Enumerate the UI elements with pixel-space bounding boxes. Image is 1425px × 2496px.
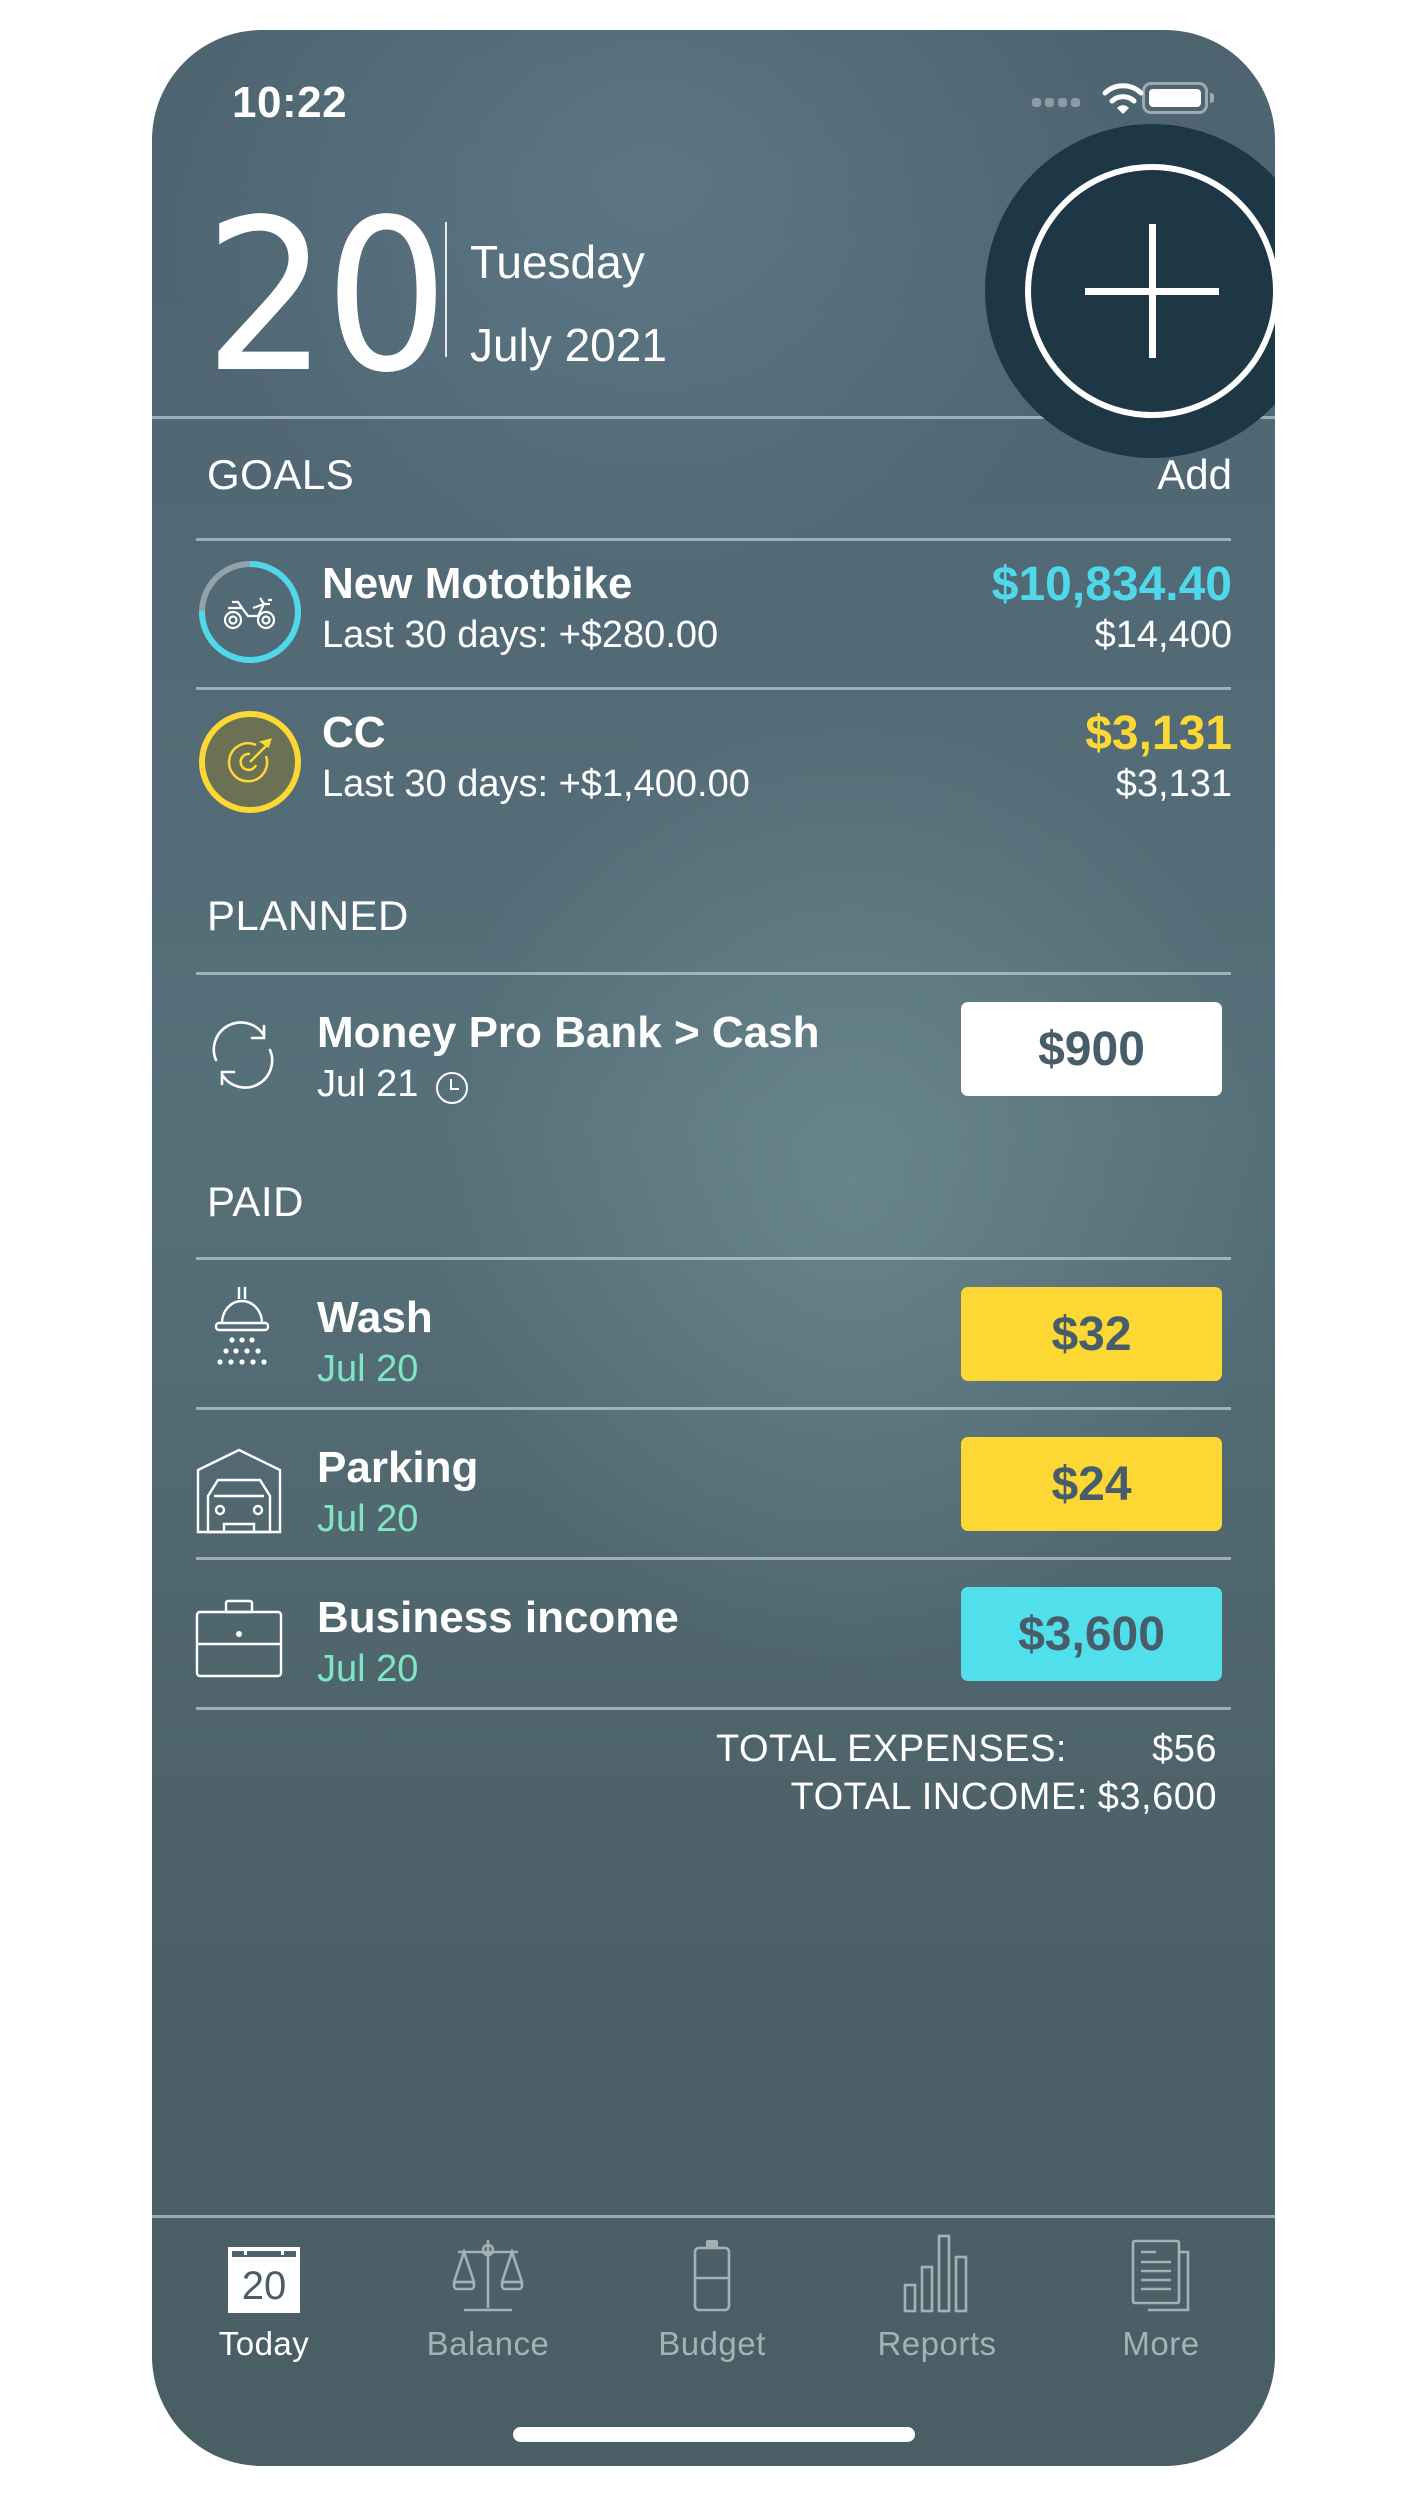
home-indicator[interactable] [513,2427,915,2442]
paid-amount-button[interactable]: $32 [961,1287,1222,1381]
signal-dots-icon [1032,98,1080,107]
paid-row-wash[interactable]: Wash Jul 20 $32 [152,1260,1275,1407]
bar-chart-icon [897,2234,977,2313]
tab-reports[interactable]: Reports [825,2234,1049,2368]
tab-today[interactable]: 20 Today [152,2238,376,2368]
paid-item-name: Business income [317,1593,679,1642]
paid-item-date: Jul 20 [317,1498,419,1540]
calendar-day-icon: 20 [224,2238,304,2313]
goal-last-30: Last 30 days: +$1,400.00 [322,763,750,805]
weekday: Tuesday [470,236,645,288]
plus-icon [1149,224,1156,358]
tab-more[interactable]: More [1049,2238,1273,2368]
briefcase-icon [195,1599,283,1678]
total-income-row: TOTAL INCOME: $3,600 [716,1773,1217,1821]
tab-label: Reports [877,2325,997,2362]
paid-amount-button[interactable]: $24 [961,1437,1222,1531]
goal-name: CC [322,708,386,757]
goals-title: GOALS [207,451,355,498]
goal-target-amount: $3,131 [1115,763,1232,805]
phone-screen: 10:22 20 Tuesday July 2021 GOALS Add New… [152,30,1275,2466]
clock-icon [436,1072,468,1104]
paid-row-business-income[interactable]: Business income Jul 20 $3,600 [152,1560,1275,1707]
totals: TOTAL EXPENSES: $56 TOTAL INCOME: $3,600 [716,1725,1217,1821]
recurring-transfer-icon [212,1021,274,1089]
tab-bar-divider [152,2215,1275,2218]
goal-name: New Mototbike [322,559,633,608]
shower-icon [214,1287,270,1365]
garage-car-icon [196,1448,282,1534]
battery-icon [1142,82,1214,114]
divider [196,1707,1231,1710]
status-time: 10:22 [232,78,348,127]
goal-row-motorbike[interactable]: New Mototbike Last 30 days: +$280.00 $10… [152,541,1275,688]
month-year: July 2021 [470,319,667,371]
total-expenses-label: TOTAL EXPENSES: [715,1728,1067,1770]
goal-progress-ring [199,561,301,663]
paid-item-date: Jul 20 [317,1348,419,1390]
tab-label: More [1122,2325,1200,2362]
total-expenses-row: TOTAL EXPENSES: $56 [716,1725,1217,1773]
goal-saved-amount: $10,834.40 [991,558,1232,611]
goal-row-cc[interactable]: CC Last 30 days: +$1,400.00 $3,131 $3,13… [152,690,1275,837]
paid-item-name: Parking [317,1443,479,1492]
planned-name: Money Pro Bank > Cash [317,1008,820,1057]
documents-icon [1121,2238,1201,2313]
wifi-icon [1102,83,1144,114]
paid-item-name: Wash [317,1293,433,1342]
planned-date: Jul 21 [317,1063,419,1105]
date-divider [445,222,447,357]
goal-target-amount: $14,400 [1094,614,1232,656]
income-amount-button[interactable]: $3,600 [961,1587,1222,1681]
paid-row-parking[interactable]: Parking Jul 20 $24 [152,1410,1275,1557]
planned-title: PLANNED [207,892,409,939]
day-number: 20 [204,174,449,419]
planned-row[interactable]: Money Pro Bank > Cash Jul 21 $900 [152,975,1275,1125]
tab-balance[interactable]: Balance [376,2238,600,2368]
goal-last-30: Last 30 days: +$280.00 [322,614,719,656]
tab-budget[interactable]: Budget [600,2238,824,2368]
battery-jar-icon [672,2238,752,2313]
add-goal-link[interactable]: Add [1157,451,1232,499]
tab-label: Today [218,2325,310,2362]
calendar-day-number: 20 [241,2264,287,2308]
total-expenses-value: $56 [1152,1728,1217,1770]
goal-saved-amount: $3,131 [1085,707,1232,760]
goal-progress-ring [199,711,301,813]
tab-label: Budget [658,2325,766,2362]
total-income-label: TOTAL INCOME: [790,1776,1088,1818]
paid-item-date: Jul 20 [317,1648,419,1690]
motorbike-icon [223,597,276,630]
add-transaction-button[interactable] [985,124,1275,458]
paid-title: PAID [207,1178,304,1225]
scales-icon [448,2238,528,2313]
planned-amount-button[interactable]: $900 [961,1002,1222,1096]
tab-label: Balance [426,2325,550,2362]
total-income-value: $3,600 [1097,1776,1217,1818]
